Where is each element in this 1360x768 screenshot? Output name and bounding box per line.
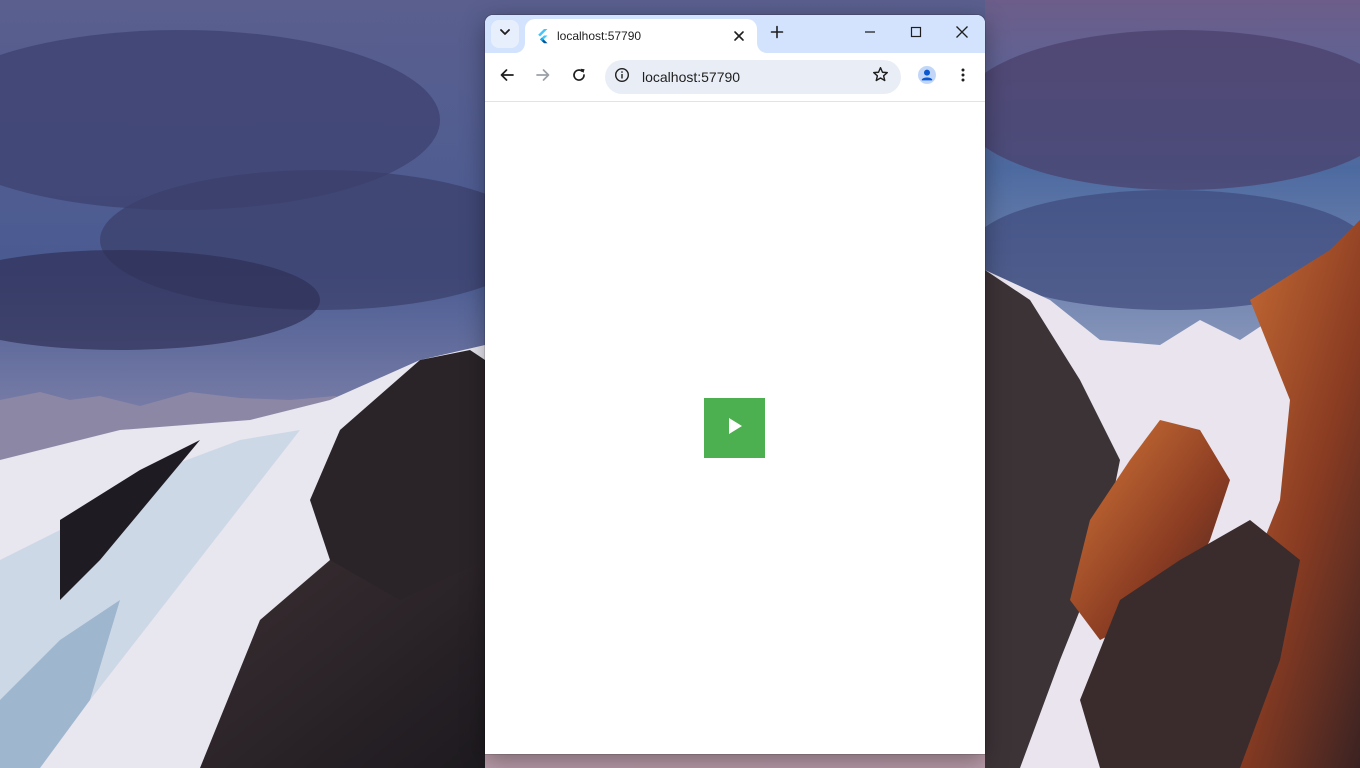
- plus-icon: [770, 25, 784, 44]
- info-icon: [614, 67, 630, 88]
- play-button[interactable]: [704, 398, 765, 458]
- minimize-icon: [864, 25, 876, 43]
- maximize-icon: [910, 25, 922, 43]
- page-content: [485, 101, 985, 754]
- back-button[interactable]: [491, 61, 523, 93]
- browser-menu-button[interactable]: [947, 61, 979, 93]
- play-icon: [725, 416, 745, 441]
- star-icon: [872, 66, 889, 88]
- tab-strip: localhost:57790: [485, 15, 985, 53]
- new-tab-button[interactable]: [763, 20, 791, 48]
- minimize-button[interactable]: [847, 15, 893, 53]
- arrow-right-icon: [535, 67, 551, 88]
- browser-window: localhost:57790 localhost:57790: [485, 15, 985, 754]
- site-info-button[interactable]: [608, 63, 636, 91]
- url-text[interactable]: localhost:57790: [642, 69, 740, 85]
- reload-icon: [571, 67, 587, 88]
- forward-button[interactable]: [527, 61, 559, 93]
- maximize-button[interactable]: [893, 15, 939, 53]
- close-window-button[interactable]: [939, 15, 985, 53]
- flutter-icon: [535, 28, 551, 44]
- arrow-left-icon: [499, 67, 515, 88]
- tab-localhost[interactable]: localhost:57790: [525, 19, 757, 53]
- close-icon: [955, 25, 969, 44]
- person-icon: [917, 65, 937, 90]
- more-vert-icon: [955, 67, 971, 88]
- chevron-down-icon: [498, 25, 512, 44]
- reload-button[interactable]: [563, 61, 595, 93]
- bookmark-button[interactable]: [867, 64, 893, 90]
- browser-toolbar: localhost:57790: [485, 53, 985, 101]
- profile-button[interactable]: [911, 61, 943, 93]
- close-icon[interactable]: [729, 26, 749, 46]
- tab-title: localhost:57790: [557, 29, 642, 43]
- address-bar[interactable]: localhost:57790: [605, 60, 901, 94]
